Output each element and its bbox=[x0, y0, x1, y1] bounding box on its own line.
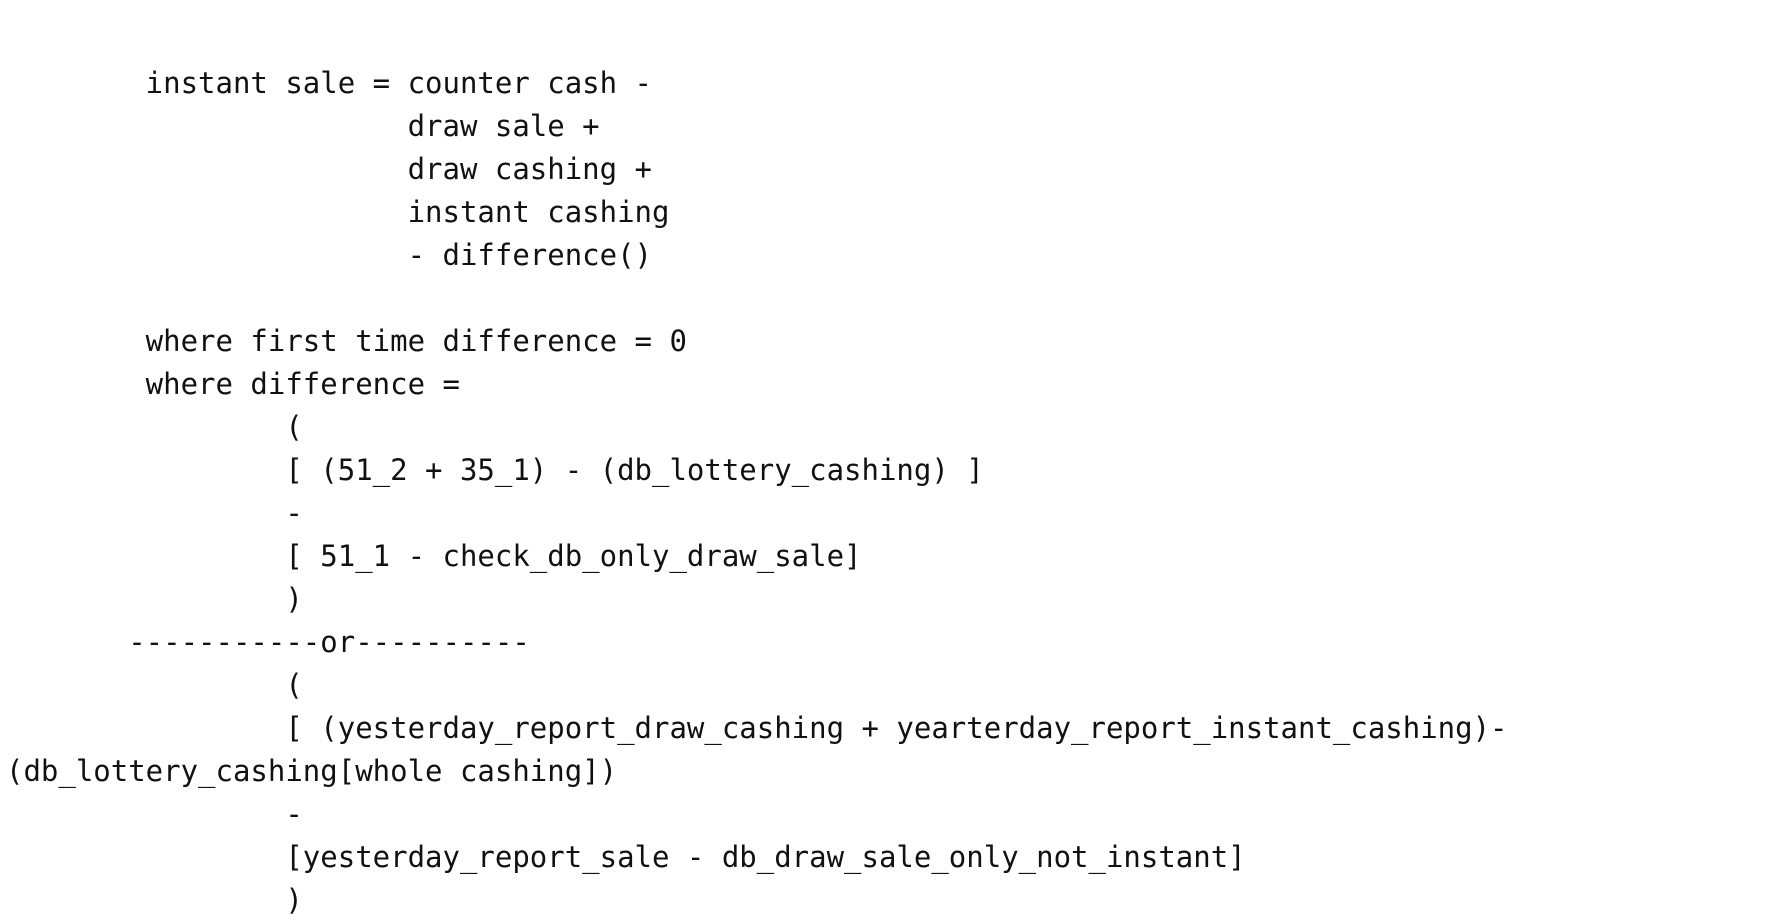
code-line: draw cashing + bbox=[6, 152, 653, 186]
code-line: where first time difference = 0 bbox=[6, 324, 687, 358]
code-line: (db_lottery_cashing[whole cashing]) bbox=[6, 754, 618, 788]
code-line: where difference = bbox=[6, 367, 460, 401]
code-line: draw sale + bbox=[6, 109, 600, 143]
code-line: instant cashing bbox=[6, 195, 670, 229]
code-line: [ 51_1 - check_db_only_draw_sale] bbox=[6, 539, 862, 573]
code-line: - bbox=[6, 797, 303, 831]
code-line: instant sale = counter cash - bbox=[6, 66, 653, 100]
code-line: [yesterday_report_sale - db_draw_sale_on… bbox=[6, 840, 1246, 874]
code-text-block: instant sale = counter cash - draw sale … bbox=[6, 62, 1508, 922]
code-line: ) bbox=[6, 883, 303, 917]
code-line: - difference() bbox=[6, 238, 653, 272]
code-line: ( bbox=[6, 410, 321, 444]
code-line: - bbox=[6, 496, 303, 530]
code-line: [ (yesterday_report_draw_cashing + yeart… bbox=[6, 711, 1508, 745]
code-line: [ (51_2 + 35_1) - (db_lottery_cashing) ] bbox=[6, 453, 984, 487]
code-line: ( bbox=[6, 668, 303, 702]
code-line: ) bbox=[6, 582, 303, 616]
code-line: -----------or---------- bbox=[6, 625, 530, 659]
